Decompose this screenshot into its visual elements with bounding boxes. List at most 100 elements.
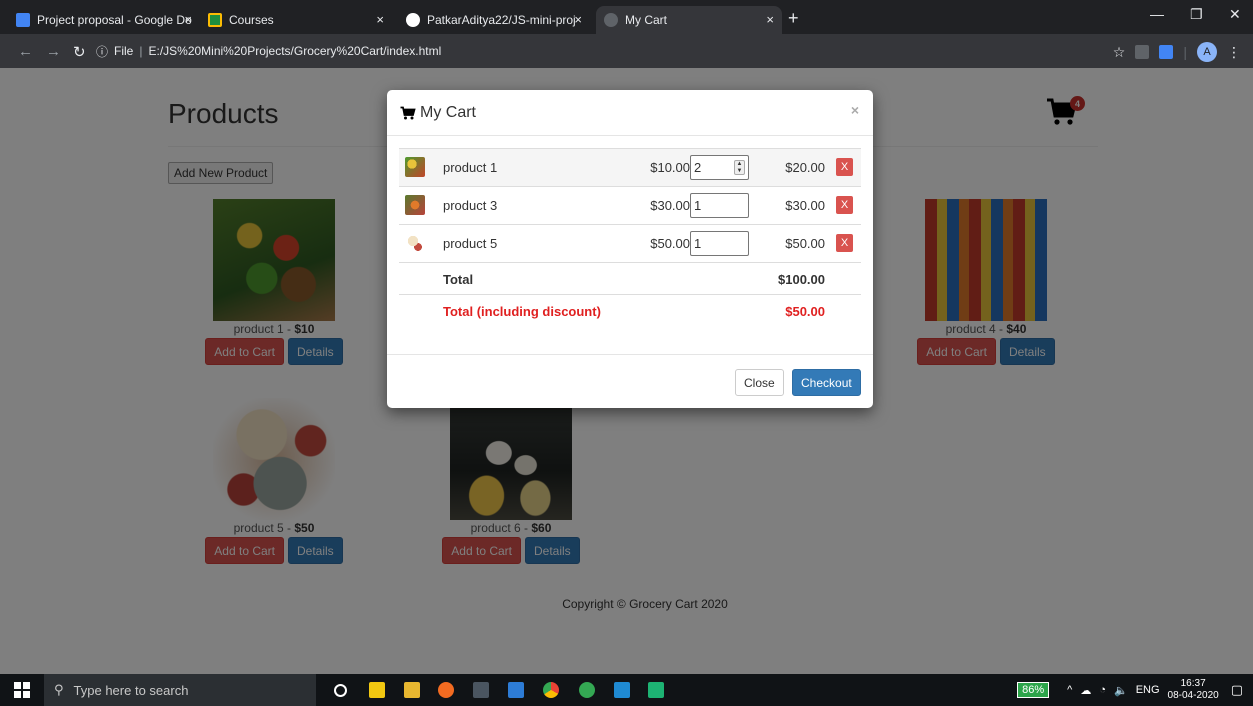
chevron-up-icon[interactable]: ^	[1067, 684, 1072, 696]
maximize-icon[interactable]: ❐	[1190, 6, 1203, 23]
cart-item-subtotal: $30.00	[785, 198, 825, 213]
address-url: E:/JS%20Mini%20Projects/Grocery%20Cart/i…	[148, 44, 442, 58]
modal-footer: Close Checkout	[387, 354, 873, 408]
discount-total-row: Total (including discount) $50.00	[399, 294, 861, 326]
extension-icon[interactable]	[1159, 45, 1174, 59]
cart-item-subtotal: $50.00	[785, 236, 825, 251]
quantity-value: 1	[694, 198, 702, 213]
remove-item-button[interactable]: X	[836, 158, 853, 176]
minimize-icon[interactable]: —	[1150, 6, 1164, 22]
total-row: Total $100.00	[399, 262, 861, 294]
clock[interactable]: 16:37 08-04-2020	[1168, 678, 1219, 702]
product-thumbnail	[405, 195, 425, 215]
tab-close-icon[interactable]: ×	[184, 12, 192, 27]
brave-icon[interactable]	[438, 682, 454, 698]
chrome-icon[interactable]	[543, 682, 559, 698]
discount-total-value: $50.00	[785, 304, 825, 319]
tab-github[interactable]: PatkarAditya22/JS-mini-projects ×	[398, 6, 590, 34]
table-row: product 1 $10.00 2 ▲ ▼ $20.00 X	[399, 148, 861, 186]
tab-google-docs[interactable]: Project proposal - Google Docs ×	[8, 6, 200, 34]
quantity-input[interactable]: 1	[690, 193, 749, 218]
whatsapp-icon[interactable]	[579, 682, 595, 698]
remove-item-button[interactable]: X	[836, 196, 853, 214]
checkout-button[interactable]: Checkout	[792, 369, 861, 396]
terminal-icon[interactable]	[473, 682, 489, 698]
browser-toolbar: ← → ↻ ⓘ File | E:/JS%20Mini%20Projects/G…	[0, 34, 1253, 68]
quantity-value: 2	[694, 160, 702, 175]
vscode-icon[interactable]	[614, 682, 630, 698]
notification-icon[interactable]: ▢	[1231, 682, 1243, 698]
cart-item-name: product 1	[443, 160, 498, 175]
remove-item-button[interactable]: X	[836, 234, 853, 252]
window-close-icon[interactable]: ✕	[1229, 6, 1241, 23]
cart-item-price: $30.00	[650, 198, 690, 213]
globe-icon	[604, 13, 618, 27]
product-thumbnail	[405, 157, 425, 177]
quantity-input[interactable]: 1	[690, 231, 749, 256]
volume-icon[interactable]: 🔈	[1114, 684, 1128, 697]
store-icon[interactable]	[369, 682, 385, 698]
menu-kebab-icon[interactable]: ⋮	[1227, 44, 1241, 61]
table-row: product 3 $30.00 1 $30.00 X	[399, 186, 861, 224]
toolbar-actions: ☆ | A ⋮	[1113, 42, 1241, 62]
close-button[interactable]: Close	[735, 369, 784, 396]
address-separator: |	[139, 44, 143, 58]
windows-taskbar: ⚲ Type here to search 86% ^ ☁ ◔ 🔈 ENG 16…	[0, 674, 1253, 706]
table-row: product 5 $50.00 1 $50.00 X	[399, 224, 861, 262]
extension-icon[interactable]	[1135, 45, 1150, 59]
pycharm-icon[interactable]	[648, 682, 664, 698]
tab-title: Courses	[229, 13, 274, 27]
tab-close-icon[interactable]: ×	[574, 12, 582, 27]
modal-header: My Cart ×	[387, 90, 873, 136]
new-tab-button[interactable]: +	[788, 8, 799, 29]
google-docs-icon	[16, 13, 30, 27]
product-thumbnail	[405, 233, 425, 253]
classroom-icon	[208, 13, 222, 27]
cart-item-price: $50.00	[650, 236, 690, 251]
modal-close-icon[interactable]: ×	[851, 102, 859, 118]
modal-title: My Cart	[420, 103, 476, 121]
shopping-cart-icon	[400, 106, 416, 119]
tab-close-icon[interactable]: ×	[766, 12, 774, 27]
tab-courses[interactable]: Courses ×	[200, 6, 392, 34]
total-value: $100.00	[778, 272, 825, 287]
cart-item-price: $10.00	[650, 160, 690, 175]
cart-item-name: product 3	[443, 198, 498, 213]
tab-my-cart[interactable]: My Cart ×	[596, 6, 782, 34]
cart-item-name: product 5	[443, 236, 498, 251]
onedrive-icon[interactable]: ☁	[1080, 684, 1091, 697]
total-label: Total	[443, 272, 474, 287]
info-icon[interactable]: ⓘ	[96, 43, 108, 60]
profile-avatar[interactable]: A	[1197, 42, 1217, 62]
wifi-icon[interactable]: ◔	[1099, 684, 1106, 696]
tab-title: Project proposal - Google Docs	[37, 13, 192, 27]
system-tray: 86% ^ ☁ ◔ 🔈 ENG 16:37 08-04-2020 ▢	[1017, 674, 1253, 706]
forward-icon[interactable]: →	[46, 43, 61, 60]
reload-icon[interactable]: ↻	[73, 43, 86, 61]
search-icon: ⚲	[54, 682, 64, 697]
quantity-stepper[interactable]: 2 ▲ ▼	[690, 155, 749, 180]
cortana-icon[interactable]	[334, 684, 347, 697]
discount-total-label: Total (including discount)	[443, 304, 601, 319]
taskbar-search[interactable]: ⚲ Type here to search	[44, 674, 316, 706]
cart-modal: My Cart × product 1 $10.00 2 ▲ ▼ $20.00 X …	[387, 90, 873, 408]
github-icon	[406, 13, 420, 27]
app-l-icon[interactable]	[508, 682, 524, 698]
bookmark-star-icon[interactable]: ☆	[1113, 44, 1126, 61]
address-scheme: File	[114, 44, 134, 58]
tab-title: PatkarAditya22/JS-mini-projects	[427, 13, 575, 27]
cart-item-subtotal: $20.00	[785, 160, 825, 175]
windows-start-icon[interactable]	[14, 682, 30, 698]
tab-close-icon[interactable]: ×	[376, 12, 384, 27]
toolbar-divider: |	[1183, 44, 1187, 60]
clock-time: 16:37	[1180, 678, 1206, 689]
tab-title: My Cart	[625, 13, 667, 27]
back-icon[interactable]: ←	[18, 43, 33, 60]
spinner-arrows-icon[interactable]: ▲ ▼	[734, 160, 745, 175]
address-bar[interactable]: ⓘ File | E:/JS%20Mini%20Projects/Grocery…	[96, 39, 596, 63]
language-indicator[interactable]: ENG	[1136, 684, 1160, 696]
clock-date: 08-04-2020	[1167, 690, 1219, 701]
file-explorer-icon[interactable]	[404, 682, 420, 698]
cart-table: product 1 $10.00 2 ▲ ▼ $20.00 X product 3 …	[399, 148, 861, 326]
battery-indicator[interactable]: 86%	[1017, 682, 1050, 698]
